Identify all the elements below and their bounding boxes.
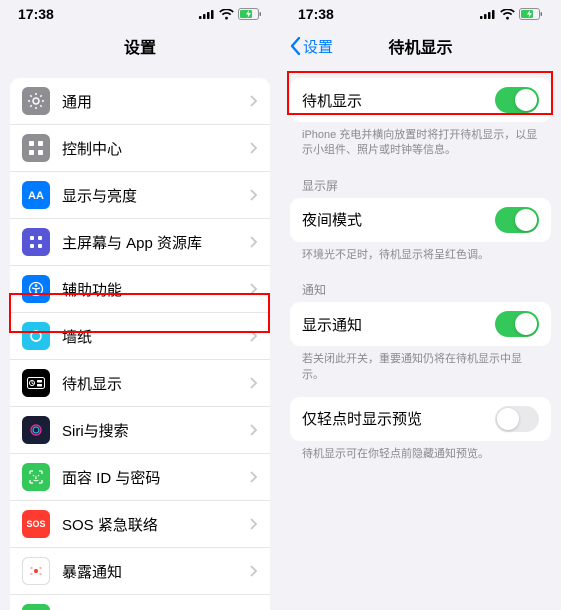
svg-text:AA: AA <box>28 190 44 202</box>
row-label: 暴露通知 <box>62 561 250 582</box>
status-icons <box>199 8 262 20</box>
display-icon: AA <box>22 181 50 209</box>
standby-icon <box>22 369 50 397</box>
chevron-right-icon <box>250 283 258 295</box>
tap-preview-footer: 待机显示可在你轻点前隐藏通知预览。 <box>302 447 539 462</box>
row-wallpaper[interactable]: 墙纸 <box>10 313 270 360</box>
faceid-icon <box>22 463 50 491</box>
battery-icon <box>238 8 262 20</box>
row-exposure[interactable]: 暴露通知 <box>10 548 270 595</box>
chevron-left-icon <box>290 37 301 55</box>
night-footer: 环境光不足时，待机显示将呈红色调。 <box>302 248 539 263</box>
row-display[interactable]: AA 显示与亮度 <box>10 172 270 219</box>
tap-preview-toggle[interactable] <box>495 406 539 432</box>
signal-icon <box>480 9 496 19</box>
chevron-right-icon <box>250 330 258 342</box>
row-label: Siri与搜索 <box>62 420 250 441</box>
siri-icon <box>22 416 50 444</box>
page-title: 设置 <box>124 34 156 58</box>
row-home-screen[interactable]: 主屏幕与 App 资源库 <box>10 219 270 266</box>
status-bar: 17:38 <box>280 0 561 26</box>
row-label: 显示通知 <box>302 314 495 335</box>
chevron-right-icon <box>250 424 258 436</box>
row-night-mode: 夜间模式 <box>290 198 551 242</box>
accessibility-icon <box>22 275 50 303</box>
group-main: 待机显示 <box>290 78 551 122</box>
row-label: 控制中心 <box>62 138 250 159</box>
row-label: 待机显示 <box>62 373 250 394</box>
row-faceid[interactable]: 面容 ID 与密码 <box>10 454 270 501</box>
battery-row-icon <box>22 604 50 610</box>
group-notif: 显示通知 <box>290 302 551 346</box>
row-tap-preview: 仅轻点时显示预览 <box>290 397 551 441</box>
row-general[interactable]: 通用 <box>10 78 270 125</box>
row-label: 面容 ID 与密码 <box>62 467 250 488</box>
row-label: 待机显示 <box>302 90 495 111</box>
battery-icon <box>519 8 543 20</box>
wifi-icon <box>219 9 234 20</box>
chevron-right-icon <box>250 471 258 483</box>
status-icons <box>480 8 543 20</box>
nav-bar: 设置 待机显示 <box>280 26 561 68</box>
group-display: 夜间模式 <box>290 198 551 242</box>
standby-settings-panel: 17:38 设置 待机显示 待机显示 iPhone 充电并横向放置时将打开待机显… <box>280 0 561 610</box>
chevron-right-icon <box>250 236 258 248</box>
row-show-notif: 显示通知 <box>290 302 551 346</box>
nav-bar: 设置 <box>0 26 280 68</box>
row-standby-toggle: 待机显示 <box>290 78 551 122</box>
row-label: 通用 <box>62 91 250 112</box>
status-time: 17:38 <box>298 6 334 22</box>
chevron-right-icon <box>250 565 258 577</box>
row-label: 主屏幕与 App 资源库 <box>62 232 250 253</box>
chevron-right-icon <box>250 189 258 201</box>
general-icon <box>22 87 50 115</box>
settings-group: 通用 控制中心 AA 显示与亮度 主屏幕与 App 资源库 辅助功能 <box>10 78 270 610</box>
sos-icon: SOS <box>22 510 50 538</box>
show-notif-footer: 若关闭此开关，重要通知仍将在待机显示中显示。 <box>302 352 539 383</box>
standby-scroll[interactable]: 待机显示 iPhone 充电并横向放置时将打开待机显示，以显示小组件、照片或时钟… <box>280 68 561 610</box>
signal-icon <box>199 9 215 19</box>
status-bar: 17:38 <box>0 0 280 26</box>
main-footer: iPhone 充电并横向放置时将打开待机显示，以显示小组件、照片或时钟等信息。 <box>302 128 539 159</box>
row-label: 辅助功能 <box>62 279 250 300</box>
back-label: 设置 <box>303 36 333 57</box>
wifi-icon <box>500 9 515 20</box>
status-time: 17:38 <box>18 6 54 22</box>
group-preview: 仅轻点时显示预览 <box>290 397 551 441</box>
settings-list-scroll[interactable]: 通用 控制中心 AA 显示与亮度 主屏幕与 App 资源库 辅助功能 <box>0 68 280 610</box>
row-label: 墙纸 <box>62 326 250 347</box>
wallpaper-icon <box>22 322 50 350</box>
exposure-icon <box>22 557 50 585</box>
row-siri[interactable]: Siri与搜索 <box>10 407 270 454</box>
row-control-center[interactable]: 控制中心 <box>10 125 270 172</box>
standby-toggle[interactable] <box>495 87 539 113</box>
chevron-right-icon <box>250 142 258 154</box>
row-sos[interactable]: SOS SOS 紧急联络 <box>10 501 270 548</box>
row-standby[interactable]: 待机显示 <box>10 360 270 407</box>
row-battery[interactable]: 电池 <box>10 595 270 610</box>
row-accessibility[interactable]: 辅助功能 <box>10 266 270 313</box>
display-header: 显示屏 <box>302 177 539 194</box>
back-button[interactable]: 设置 <box>290 36 333 57</box>
show-notif-toggle[interactable] <box>495 311 539 337</box>
chevron-right-icon <box>250 518 258 530</box>
control-center-icon <box>22 134 50 162</box>
home-screen-icon <box>22 228 50 256</box>
chevron-right-icon <box>250 95 258 107</box>
row-label: 仅轻点时显示预览 <box>302 408 495 429</box>
settings-root-panel: 17:38 设置 通用 控制中心 AA 显示与亮度 <box>0 0 280 610</box>
notif-header: 通知 <box>302 281 539 298</box>
row-label: SOS 紧急联络 <box>62 514 250 535</box>
row-label: 显示与亮度 <box>62 185 250 206</box>
row-label: 夜间模式 <box>302 209 495 230</box>
chevron-right-icon <box>250 377 258 389</box>
night-mode-toggle[interactable] <box>495 207 539 233</box>
page-title: 待机显示 <box>388 34 452 58</box>
